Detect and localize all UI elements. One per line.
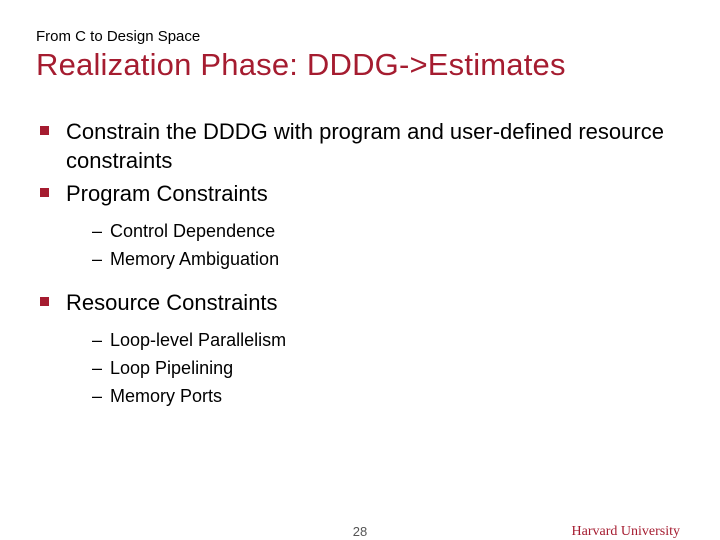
page-number: 28 bbox=[353, 524, 367, 539]
sub-bullet-item: Memory Ports bbox=[92, 383, 684, 411]
slide-title: Realization Phase: DDDG->Estimates bbox=[36, 47, 684, 83]
bullet-text: Resource Constraints bbox=[66, 290, 278, 315]
bullet-list: Constrain the DDDG with program and user… bbox=[36, 117, 684, 411]
bullet-item: Resource Constraints Loop-level Parallel… bbox=[40, 288, 684, 411]
sub-bullet-item: Loop-level Parallelism bbox=[92, 327, 684, 355]
sub-bullet-item: Loop Pipelining bbox=[92, 355, 684, 383]
sub-bullet-item: Control Dependence bbox=[92, 218, 684, 246]
sub-bullet-item: Memory Ambiguation bbox=[92, 246, 684, 274]
sub-bullet-list: Loop-level Parallelism Loop Pipelining M… bbox=[66, 327, 684, 411]
bullet-text: Program Constraints bbox=[66, 181, 268, 206]
sub-bullet-list: Control Dependence Memory Ambiguation bbox=[66, 218, 684, 274]
bullet-item: Constrain the DDDG with program and user… bbox=[40, 117, 684, 175]
bullet-item: Program Constraints Control Dependence M… bbox=[40, 179, 684, 274]
affiliation: Harvard University bbox=[572, 524, 680, 540]
slide-kicker: From C to Design Space bbox=[36, 28, 684, 45]
